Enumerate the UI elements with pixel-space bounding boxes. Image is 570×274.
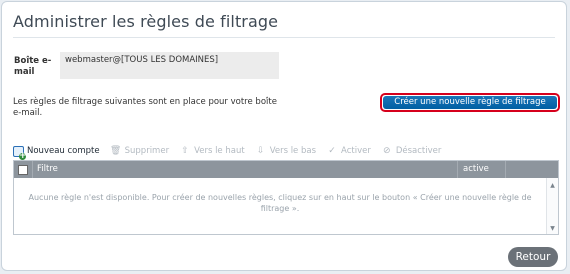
column-header-active[interactable]: active (457, 161, 505, 178)
move-down-label: Vers le bas (269, 146, 317, 156)
activate-button[interactable]: ✓ Activer (326, 146, 371, 156)
create-rule-button-highlight: Créer une nouvelle règle de filtrage (380, 93, 560, 112)
arrow-down-icon: ⇩ (256, 146, 265, 156)
title-divider (13, 37, 555, 38)
move-up-button[interactable]: ⇧ Vers le haut (179, 146, 245, 156)
arrow-up-icon: ⇧ (181, 146, 189, 156)
check-icon: ✓ (328, 146, 336, 156)
create-rule-button[interactable]: Créer une nouvelle règle de filtrage (383, 96, 557, 109)
return-button[interactable]: Retour (508, 247, 558, 267)
intro-text: Les règles de filtrage suivantes sont en… (13, 97, 277, 118)
new-account-label: Nouveau compte (27, 146, 100, 156)
move-down-button[interactable]: ⇩ Vers le bas (255, 146, 316, 156)
delete-label: Supprimer (124, 146, 170, 156)
scroll-down-icon[interactable]: ▼ (547, 225, 558, 232)
delete-button[interactable]: 🗑 Supprimer (110, 146, 169, 156)
scroll-up-icon[interactable]: ▲ (547, 182, 558, 189)
empty-table-message: Aucune règle n'est disponible. Pour crée… (28, 193, 532, 213)
no-icon: ⊘ (383, 146, 391, 156)
table-header: Filtre active (14, 161, 558, 178)
move-up-label: Vers le haut (194, 146, 245, 156)
new-account-button[interactable]: Nouveau compte (13, 145, 100, 160)
table-scrollbar[interactable]: ▲ ▼ (546, 178, 558, 234)
deactivate-button[interactable]: ⊘ Désactiver (381, 146, 442, 156)
column-header-filter[interactable]: Filtre (32, 161, 457, 178)
filter-rules-panel: Administrer les règles de filtrage Boîte… (1, 1, 567, 271)
select-all-checkbox[interactable] (14, 164, 32, 175)
mailbox-value: webmaster@[TOUS LES DOMAINES] (60, 52, 279, 79)
new-account-icon (13, 145, 26, 160)
mailbox-label: Boîte e-mail (14, 56, 52, 77)
column-header-spacer (505, 161, 558, 178)
trash-icon: 🗑 (109, 146, 122, 156)
page-title: Administrer les règles de filtrage (13, 12, 279, 31)
deactivate-label: Désactiver (395, 146, 442, 156)
activate-label: Activer (341, 146, 371, 156)
rules-table: Filtre active Aucune règle n'est disponi… (13, 160, 559, 235)
rules-toolbar: Nouveau compte 🗑 Supprimer ⇧ Vers le hau… (13, 142, 555, 160)
